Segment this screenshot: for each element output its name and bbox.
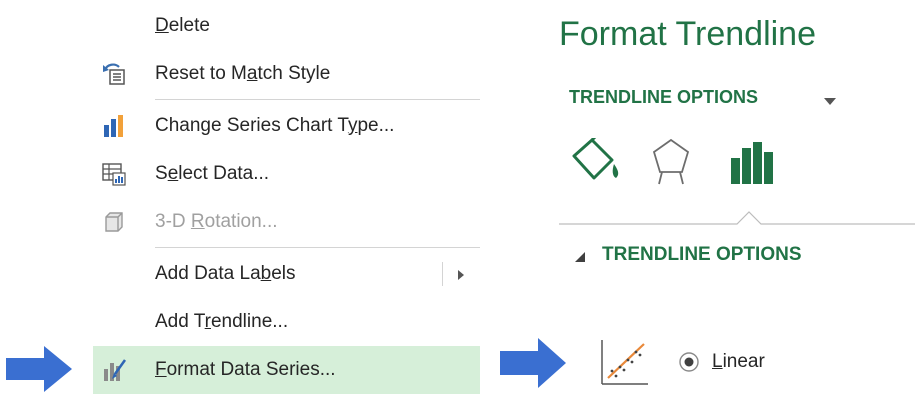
menu-item-reset-to-match-style[interactable]: Reset to Match Style <box>93 50 480 98</box>
select-data-icon <box>101 161 127 187</box>
menu-item-label: Add Trendline... <box>155 311 289 332</box>
menu-item-label: Change Series Chart Type... <box>155 115 395 136</box>
linear-label[interactable]: Linear <box>712 350 765 374</box>
menu-item-3d-rotation: 3-D Rotation... <box>93 198 480 246</box>
pointer-arrow-icon <box>500 338 568 388</box>
submenu-divider <box>442 262 443 286</box>
menu-item-label: 3-D Rotation... <box>155 211 278 232</box>
menu-item-add-trendline[interactable]: Add Trendline... <box>93 298 480 346</box>
dropdown-caret-icon <box>823 93 837 111</box>
effects-pentagon-icon <box>651 138 691 192</box>
section-label: TRENDLINE OPTIONS <box>602 244 802 265</box>
tab-fill-line[interactable] <box>570 132 622 184</box>
options-dropdown-label: TRENDLINE OPTIONS <box>569 87 759 107</box>
3d-rotation-icon <box>101 209 127 235</box>
menu-item-change-series-chart-type[interactable]: Change Series Chart Type... <box>93 102 480 150</box>
pane-title: Format Trendline <box>559 15 816 53</box>
menu-separator <box>155 247 480 248</box>
menu-separator <box>155 99 480 100</box>
menu-item-select-data[interactable]: Select Data... <box>93 150 480 198</box>
menu-item-label: Reset to Match Style <box>155 63 331 84</box>
menu-item-label: Delete <box>155 15 210 36</box>
format-series-icon <box>101 357 127 383</box>
tab-trendline-options[interactable] <box>729 140 775 186</box>
reset-style-icon <box>101 61 127 87</box>
linear-radio-button[interactable] <box>677 350 701 374</box>
menu-item-label: Select Data... <box>155 163 270 184</box>
menu-item-label: Format Data Series... <box>155 359 336 380</box>
bar-chart-icon <box>101 113 127 139</box>
fill-line-icon <box>570 132 622 188</box>
tab-indicator <box>559 204 915 231</box>
menu-item-add-data-labels[interactable]: Add Data Labels <box>93 250 480 298</box>
tab-effects[interactable] <box>651 136 691 188</box>
options-dropdown[interactable]: TRENDLINE OPTIONS <box>569 84 836 110</box>
collapse-triangle-icon <box>575 250 586 268</box>
submenu-arrow-icon[interactable] <box>457 268 465 286</box>
menu-item-delete[interactable]: Delete <box>93 2 480 50</box>
linear-trendline-icon <box>600 338 650 386</box>
menu-item-format-data-series[interactable]: Format Data Series... <box>93 346 480 394</box>
menu-item-label: Add Data Labels <box>155 263 296 284</box>
pointer-arrow-icon <box>6 346 74 392</box>
trendline-options-bars-icon <box>729 142 775 190</box>
